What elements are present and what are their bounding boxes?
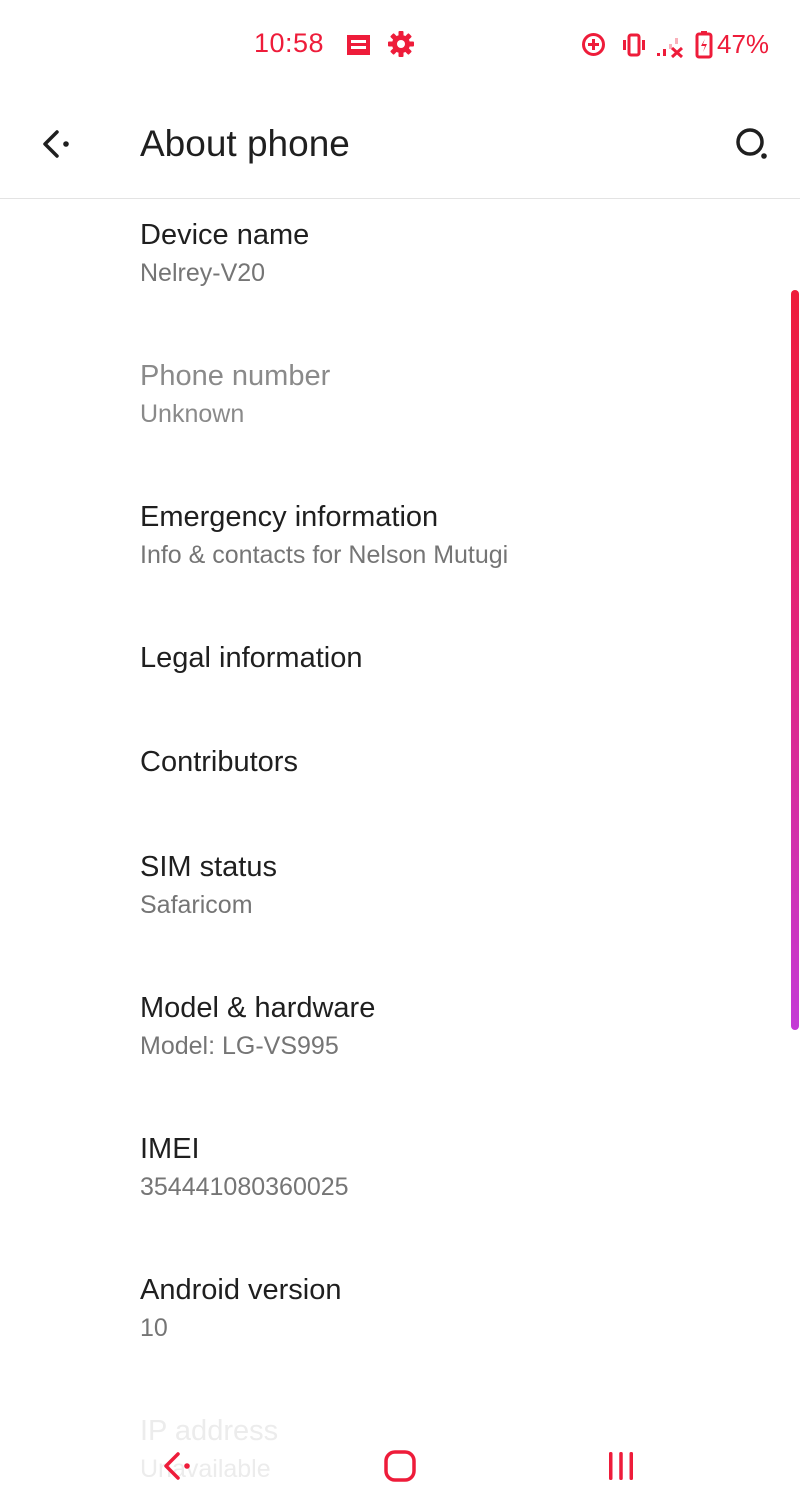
list-item-device-name[interactable]: Device name Nelrey-V20 [140, 216, 740, 290]
nav-home-icon [384, 1450, 416, 1482]
nav-recents-button[interactable] [589, 1434, 653, 1498]
item-title: SIM status [140, 851, 277, 883]
nav-back-icon [164, 1452, 190, 1480]
search-button[interactable] [720, 112, 784, 176]
scrollbar[interactable] [791, 290, 799, 1030]
back-arrow-icon [43, 130, 69, 158]
battery-icon [695, 31, 713, 59]
item-title: Android version [140, 1274, 342, 1306]
settings-gear-icon [388, 31, 414, 57]
back-button[interactable] [24, 112, 88, 176]
data-saver-icon [582, 33, 605, 56]
app-bar: About phone [0, 90, 800, 199]
list-item-android-version[interactable]: Android version 10 [140, 1271, 740, 1345]
nav-recents-icon [609, 1452, 633, 1480]
signal-no-service-icon [657, 38, 684, 58]
search-icon [736, 128, 767, 159]
item-title: Legal information [140, 642, 363, 674]
status-bar: 10:58 47% [0, 0, 800, 90]
status-time: 10:58 [254, 28, 325, 58]
list-item-emergency-information[interactable]: Emergency information Info & contacts fo… [140, 498, 740, 572]
item-summary: Info & contacts for Nelson Mutugi [140, 541, 509, 569]
list-item-phone-number: Phone number Unknown [140, 357, 740, 431]
item-summary: Unknown [140, 400, 245, 428]
item-summary: Safaricom [140, 891, 253, 919]
item-title: IMEI [140, 1133, 200, 1165]
page-title: About phone [140, 123, 350, 164]
about-phone-screen: 10:58 47% About phone Device name Nelrey… [0, 0, 800, 1511]
item-title: Device name [140, 219, 310, 251]
item-summary: Nelrey-V20 [140, 259, 266, 287]
list-item-contributors[interactable]: Contributors [140, 743, 740, 781]
item-title: Phone number [140, 360, 331, 392]
battery-percentage: 47% [717, 29, 770, 59]
item-title: Model & hardware [140, 992, 376, 1024]
list-item-imei[interactable]: IMEI 354441080360025 [140, 1130, 740, 1204]
message-icon [347, 35, 370, 55]
list-item-legal-information[interactable]: Legal information [140, 639, 740, 677]
nav-back-button[interactable] [146, 1434, 210, 1498]
item-summary: 354441080360025 [140, 1173, 349, 1201]
item-summary: 10 [140, 1314, 168, 1342]
nav-home-button[interactable] [368, 1434, 432, 1498]
list-item-model-hardware[interactable]: Model & hardware Model: LG-VS995 [140, 989, 740, 1063]
vibrate-icon [623, 33, 645, 57]
item-title: Emergency information [140, 501, 439, 533]
navigation-bar [0, 1416, 800, 1511]
item-summary: Model: LG-VS995 [140, 1032, 339, 1060]
item-title: Contributors [140, 746, 298, 778]
list-item-sim-status[interactable]: SIM status Safaricom [140, 848, 740, 922]
